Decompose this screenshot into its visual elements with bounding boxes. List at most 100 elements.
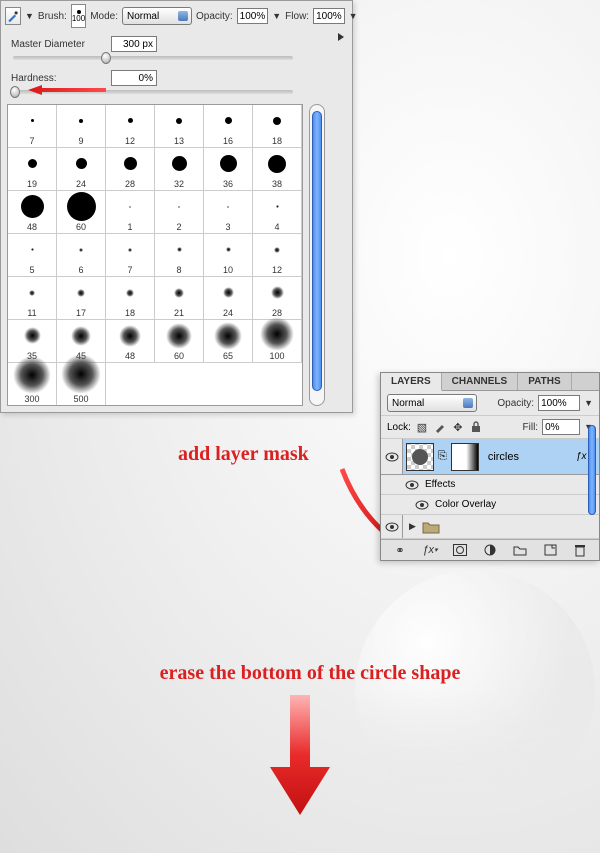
brush-preset[interactable]: 9 [57,105,106,148]
brush-size-label: 65 [223,351,233,361]
brush-preset[interactable]: 28 [253,277,302,320]
fx-button[interactable]: ƒx▾ [423,543,437,557]
delete-layer-icon[interactable] [573,543,587,557]
brush-size-label: 8 [176,265,181,275]
brush-preset[interactable]: 7 [8,105,57,148]
master-diameter-slider[interactable] [13,56,293,60]
brush-preset[interactable]: 300 [8,363,57,406]
lock-transparent-icon[interactable]: ▧ [415,420,429,434]
effect-item-label: Color Overlay [435,499,496,510]
group-toggle-icon[interactable]: ▶ [409,521,416,532]
brush-preset[interactable]: 12 [106,105,155,148]
adjustment-layer-icon[interactable] [483,543,497,557]
visibility-toggle[interactable] [381,439,403,474]
brush-preset[interactable]: 7 [106,234,155,277]
brush-preset[interactable]: 19 [8,148,57,191]
brush-scrollbar[interactable] [309,104,325,406]
brush-preset[interactable]: 24 [57,148,106,191]
layer-thumbnail[interactable] [406,443,434,471]
brush-current-size: 100 [72,14,85,23]
brush-preset[interactable]: 18 [106,277,155,320]
annotation-big-arrow [270,695,330,815]
hardness-thumb[interactable] [10,86,20,98]
brush-preset[interactable]: 5 [8,234,57,277]
brush-size-label: 12 [272,265,282,275]
visibility-toggle[interactable] [381,515,403,538]
brush-size-label: 17 [76,308,86,318]
brush-tool-icon[interactable] [5,7,21,25]
new-group-icon[interactable] [513,543,527,557]
brush-preset[interactable]: 65 [204,320,253,363]
opacity-label: Opacity: [196,11,233,22]
brush-preset[interactable]: 60 [155,320,204,363]
brush-preset[interactable]: 48 [106,320,155,363]
layer-mask-thumbnail[interactable] [451,443,479,471]
brush-preset[interactable]: 21 [155,277,204,320]
lock-position-icon[interactable]: ✥ [451,420,465,434]
opacity-dropdown-icon[interactable]: ▼ [272,11,281,21]
tab-paths[interactable]: PATHS [518,373,571,390]
brush-size-label: 10 [223,265,233,275]
scrollbar-thumb[interactable] [312,111,322,391]
brush-preset[interactable]: 3 [204,191,253,234]
link-layers-icon[interactable]: ⚭ [393,543,407,557]
brush-preset[interactable]: 1 [106,191,155,234]
tab-channels[interactable]: CHANNELS [442,373,519,390]
brush-preset[interactable]: 38 [253,148,302,191]
lock-all-icon[interactable] [469,420,483,434]
brush-preset[interactable]: 28 [106,148,155,191]
brush-preset[interactable]: 500 [57,363,106,406]
layers-scrollbar[interactable] [588,425,596,515]
brush-size-label: 7 [127,265,132,275]
opacity-input[interactable]: 100% [237,8,269,24]
brush-size-label: 11 [27,308,36,318]
brush-size-label: 36 [223,179,233,189]
flow-value: 100% [316,11,342,22]
flow-dropdown-icon[interactable]: ▼ [349,11,358,21]
brush-preset[interactable]: 16 [204,105,253,148]
new-layer-icon[interactable] [543,543,557,557]
brush-preset[interactable]: 24 [204,277,253,320]
brush-preset[interactable]: 48 [8,191,57,234]
brush-preset[interactable]: 11 [8,277,57,320]
brush-label: Brush: [38,11,67,22]
tab-layers[interactable]: LAYERS [381,373,442,391]
blend-mode-select[interactable]: Normal [122,7,192,25]
brush-size-label: 48 [125,351,135,361]
brush-preset-preview[interactable]: 100 [71,4,86,28]
brush-preset[interactable]: 8 [155,234,204,277]
layer-blend-select[interactable]: Normal [387,394,477,412]
effect-item-row[interactable]: Color Overlay [381,495,599,515]
brush-options-panel: ▼ Brush: 100 Mode: Normal Opacity: 100% … [0,0,353,413]
hardness-input[interactable]: 0% [111,70,157,86]
brush-preset[interactable]: 60 [57,191,106,234]
add-mask-button[interactable] [453,543,467,557]
brush-preset[interactable]: 36 [204,148,253,191]
brush-preset[interactable]: 17 [57,277,106,320]
fx-indicator[interactable]: ƒx [576,451,587,462]
panel-menu-icon[interactable] [338,33,344,41]
brush-preset[interactable]: 32 [155,148,204,191]
brush-preset[interactable]: 2 [155,191,204,234]
effects-row[interactable]: Effects [381,475,599,495]
brush-preset[interactable]: 18 [253,105,302,148]
brush-preset[interactable]: 12 [253,234,302,277]
flow-input[interactable]: 100% [313,8,345,24]
brush-preset[interactable]: 10 [204,234,253,277]
brush-preset[interactable]: 13 [155,105,204,148]
master-diameter-thumb[interactable] [101,52,111,64]
master-diameter-input[interactable]: 300 px [111,36,157,52]
brush-preset[interactable]: 100 [253,320,302,363]
layer-opacity-input[interactable]: 100% [538,395,580,411]
fill-input[interactable]: 0% [542,419,580,435]
brush-preset[interactable]: 6 [57,234,106,277]
layer-group-row[interactable]: ▶ [381,515,599,539]
opacity-value: 100% [240,11,266,22]
layer-row-circles[interactable]: ⎘ circles ƒx ▾ [381,439,599,475]
master-diameter-row: Master Diameter 300 px [11,36,348,52]
eye-icon [415,500,429,510]
brush-preset[interactable]: 4 [253,191,302,234]
layer-opacity-dropdown-icon[interactable]: ▼ [584,398,593,408]
lock-pixels-icon[interactable] [433,420,447,434]
tool-dropdown-icon[interactable]: ▼ [25,11,34,21]
